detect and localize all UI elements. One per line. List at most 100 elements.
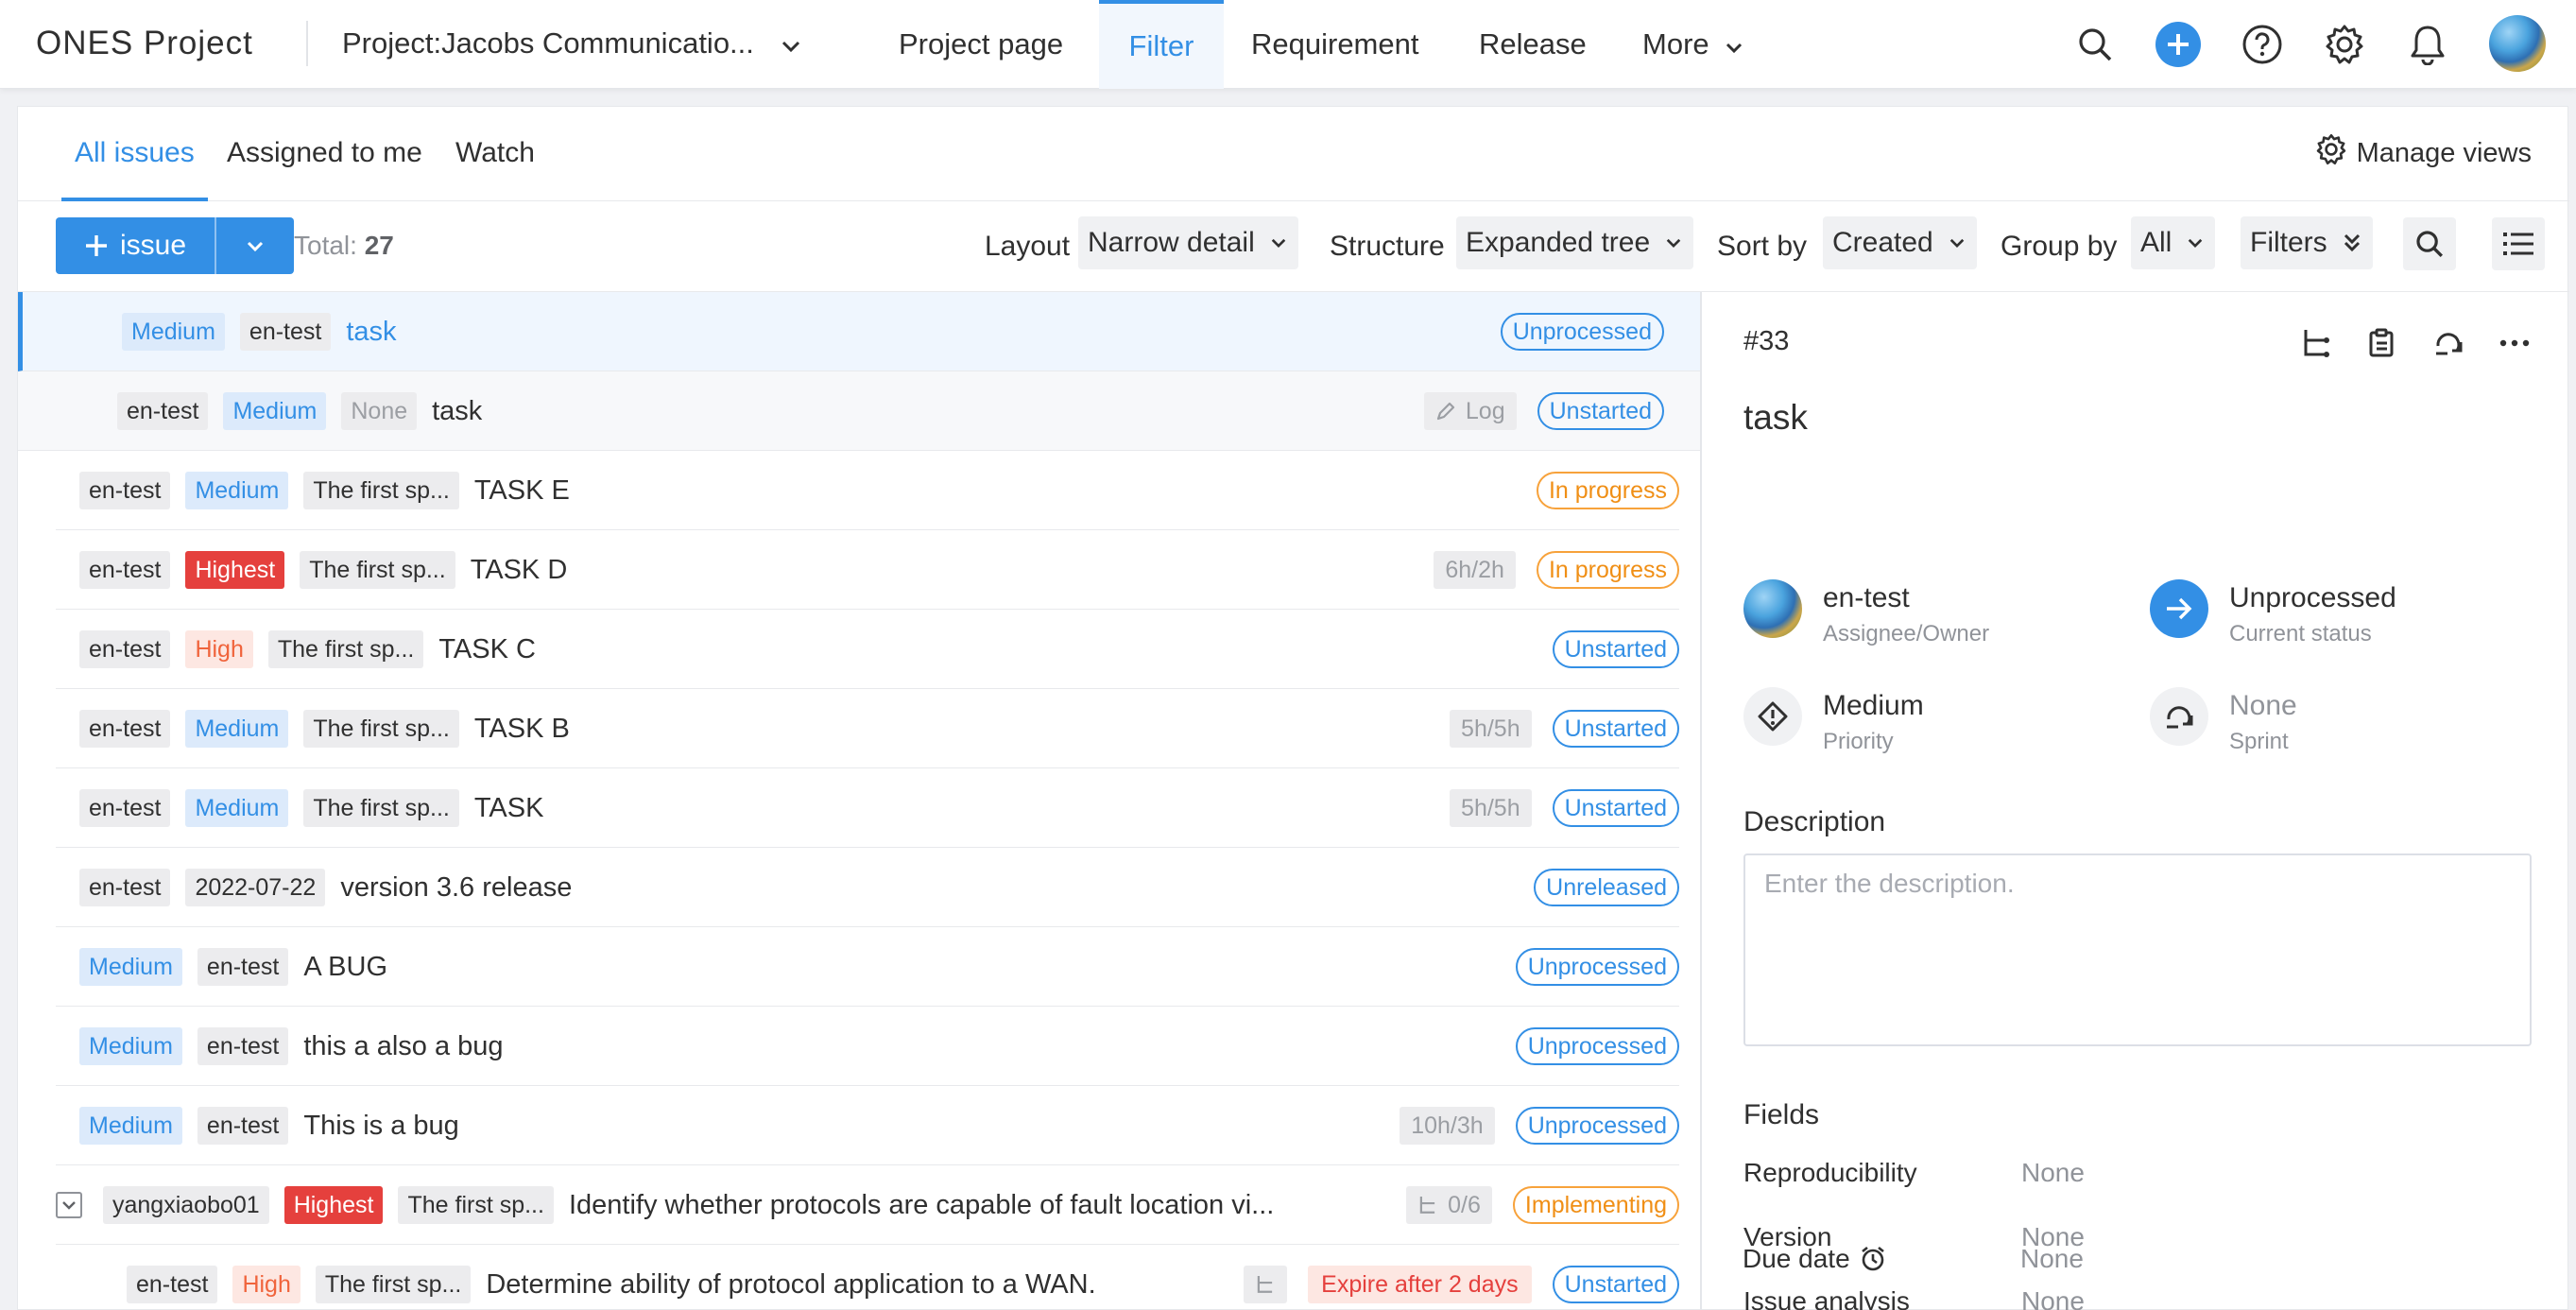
issue-tag[interactable]: High xyxy=(185,630,253,668)
copy-icon[interactable] xyxy=(2363,324,2401,362)
settings-gear-icon[interactable] xyxy=(2321,21,2368,68)
issue-row[interactable]: Medium en-test A BUG Unprocessed xyxy=(56,927,1679,1007)
filters-button[interactable]: Filters xyxy=(2241,216,2373,269)
issue-row[interactable]: Medium en-test this a also a bug Unprocesse… xyxy=(56,1007,1679,1086)
issue-tag[interactable]: en-test xyxy=(79,789,171,827)
issue-tag[interactable]: en-test xyxy=(239,313,332,351)
issue-tag[interactable]: Medium xyxy=(122,313,225,351)
issue-tag[interactable]: Medium xyxy=(79,948,182,986)
issue-tag[interactable]: The first sp... xyxy=(303,710,459,748)
issue-row[interactable]: en-test Medium None task Log Unstarted xyxy=(18,371,1700,451)
issue-tag[interactable]: Medium xyxy=(79,1107,182,1145)
issue-tag[interactable]: en-test xyxy=(197,948,289,986)
issue-tag[interactable]: Medium xyxy=(185,472,289,509)
issue-tag[interactable]: The first sp... xyxy=(300,551,455,589)
issue-tag[interactable]: Medium xyxy=(79,1027,182,1065)
status-badge[interactable]: Unprocessed xyxy=(1500,313,1664,351)
tab-assigned-to-me[interactable]: Assigned to me xyxy=(227,137,422,201)
issue-title[interactable]: this a also a bug xyxy=(303,1031,503,1062)
tab-watch[interactable]: Watch xyxy=(455,137,535,201)
priority-field[interactable]: Medium Priority xyxy=(1743,687,1924,755)
issue-title[interactable]: Determine ability of protocol applicatio… xyxy=(486,1269,1095,1301)
issue-row[interactable]: en-test Medium The first sp... TASK 5h/5h Uns… xyxy=(56,768,1679,848)
issue-tag[interactable]: The first sp... xyxy=(303,789,459,827)
status-badge[interactable]: Unprocessed xyxy=(1515,1107,1679,1145)
nav-tab-release[interactable]: Release xyxy=(1479,0,1587,89)
issue-title[interactable]: A BUG xyxy=(303,952,387,983)
issue-title[interactable]: This is a bug xyxy=(303,1111,458,1142)
subtask-count[interactable]: 0/6 xyxy=(1406,1186,1492,1224)
issue-title[interactable]: Identify whether protocols are capable o… xyxy=(569,1190,1274,1221)
sub-issue-tree-icon[interactable] xyxy=(1244,1266,1288,1303)
issue-row[interactable]: en-test Medium The first sp... TASK B 5h/5h U… xyxy=(56,689,1679,768)
issue-tag[interactable]: 2022-07-22 xyxy=(185,869,326,906)
sprint-cycle-icon[interactable] xyxy=(2430,324,2467,362)
nav-tab-filter[interactable]: Filter xyxy=(1099,0,1224,89)
issue-row[interactable]: yangxiaobo01 Highest The first sp... Identi… xyxy=(56,1165,1679,1245)
status-field[interactable]: Unprocessed Current status xyxy=(2150,579,2396,647)
issue-row[interactable]: Medium en-test This is a bug 10h/3h Unproces… xyxy=(56,1086,1679,1165)
issue-tag[interactable]: en-test xyxy=(79,472,171,509)
manage-views-button[interactable]: Manage views xyxy=(2315,133,2532,173)
project-selector[interactable]: Project:Jacobs Communicatio... xyxy=(342,26,801,60)
field-due-date[interactable]: Due date None xyxy=(1743,1244,2084,1274)
issue-title[interactable]: TASK B xyxy=(474,714,570,745)
issue-tag[interactable]: Medium xyxy=(185,710,289,748)
add-icon[interactable] xyxy=(2155,21,2202,68)
field-reproducibility[interactable]: Reproducibility None xyxy=(1743,1158,2085,1188)
sprint-field[interactable]: None Sprint xyxy=(2150,687,2297,755)
add-issue-dropdown-button[interactable] xyxy=(216,217,294,274)
issue-row[interactable]: en-test 2022-07-22 version 3.6 release Unre… xyxy=(56,848,1679,927)
issue-title[interactable]: version 3.6 release xyxy=(340,872,572,904)
issue-title[interactable]: task xyxy=(346,317,396,348)
issue-title[interactable]: TASK D xyxy=(471,555,568,586)
status-badge[interactable]: Unprocessed xyxy=(1515,1027,1679,1065)
sub-issue-tree-icon[interactable] xyxy=(2297,324,2335,362)
status-badge[interactable]: Unstarted xyxy=(1552,630,1679,668)
issue-title[interactable]: TASK xyxy=(474,793,544,824)
layout-select[interactable]: Narrow detail xyxy=(1078,216,1298,269)
status-badge[interactable]: Implementing xyxy=(1512,1186,1679,1224)
issue-tag[interactable]: The first sp... xyxy=(267,630,424,668)
issue-tag[interactable]: en-test xyxy=(197,1107,289,1145)
issue-row[interactable]: en-test Highest The first sp... TASK D 6h/2h… xyxy=(56,530,1679,610)
status-badge[interactable]: In progress xyxy=(1536,472,1679,509)
user-avatar[interactable] xyxy=(2489,15,2546,72)
nav-tab-more[interactable]: More xyxy=(1642,0,1743,89)
status-badge[interactable]: Unstarted xyxy=(1537,392,1664,430)
issue-tag[interactable]: en-test xyxy=(127,1266,218,1303)
issue-tag[interactable]: en-test xyxy=(117,392,209,430)
list-view-button[interactable] xyxy=(2492,217,2545,270)
description-input[interactable]: Enter the description. xyxy=(1743,853,2532,1046)
field-issue-analysis[interactable]: Issue analysis None xyxy=(1743,1286,2085,1310)
status-badge[interactable]: In progress xyxy=(1536,551,1679,589)
issue-tag[interactable]: en-test xyxy=(197,1027,289,1065)
issue-tag[interactable]: The first sp... xyxy=(315,1266,472,1303)
notification-bell-icon[interactable] xyxy=(2404,21,2451,68)
structure-select[interactable]: Expanded tree xyxy=(1456,216,1694,269)
issue-tag[interactable]: The first sp... xyxy=(398,1186,554,1224)
collapse-toggle[interactable] xyxy=(56,1192,82,1218)
issue-tag[interactable]: None xyxy=(341,392,418,430)
log-time-button[interactable]: Log xyxy=(1423,392,1517,430)
issue-tag[interactable]: Highest xyxy=(185,551,285,589)
sort-select[interactable]: Created xyxy=(1823,216,1977,269)
status-badge[interactable]: Unstarted xyxy=(1552,1266,1679,1303)
issue-title[interactable]: task xyxy=(1743,398,1808,438)
issue-tag[interactable]: yangxiaobo01 xyxy=(103,1186,269,1224)
issue-title[interactable]: TASK E xyxy=(474,475,570,507)
status-badge[interactable]: Unstarted xyxy=(1552,710,1679,748)
issue-title[interactable]: TASK C xyxy=(438,634,536,665)
issue-tag[interactable]: The first sp... xyxy=(303,472,459,509)
issue-tag[interactable]: Medium xyxy=(185,789,289,827)
issue-title[interactable]: task xyxy=(432,396,482,427)
nav-tab-project-page[interactable]: Project page xyxy=(899,0,1063,89)
status-badge[interactable]: Unreleased xyxy=(1534,869,1679,906)
issue-tag[interactable]: en-test xyxy=(79,869,171,906)
brand-logo[interactable]: ONES Project xyxy=(36,25,253,62)
more-options-icon[interactable] xyxy=(2496,324,2533,362)
issue-tag[interactable]: Medium xyxy=(223,392,327,430)
status-badge[interactable]: Unstarted xyxy=(1552,789,1679,827)
assignee-field[interactable]: en-test Assignee/Owner xyxy=(1743,579,1989,647)
search-button[interactable] xyxy=(2403,217,2456,270)
